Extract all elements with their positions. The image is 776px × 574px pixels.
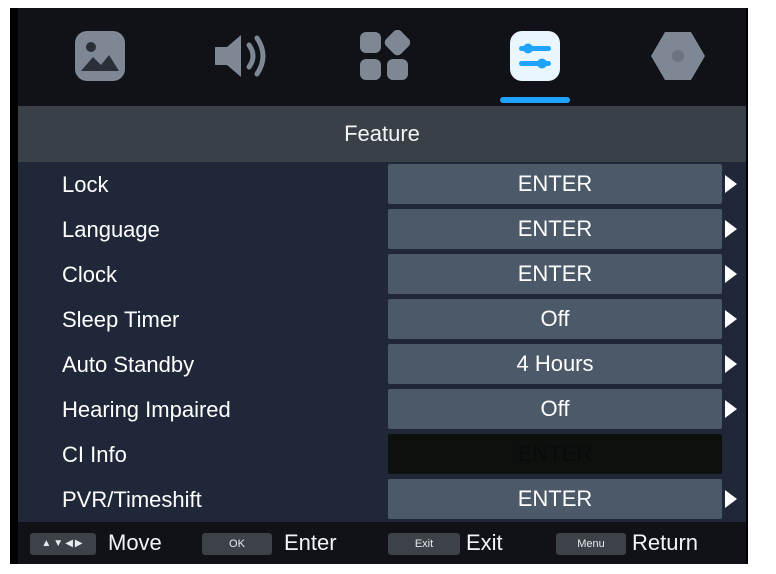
- row-label: PVR/Timeshift: [62, 487, 202, 512]
- arrow-right-icon: [725, 310, 737, 328]
- key-hint-bar: ▲▼◀▶ Move OK Enter Exit Exit Menu Return: [18, 522, 746, 564]
- navigation-arrows-key: ▲▼◀▶: [30, 533, 96, 555]
- menu-row-clock[interactable]: Clock ENTER: [18, 252, 746, 297]
- row-label: Lock: [62, 172, 109, 197]
- tab-feature[interactable]: [505, 26, 565, 86]
- picture-icon: [73, 29, 127, 83]
- sound-icon: [211, 29, 273, 83]
- exit-key: Exit: [388, 533, 460, 555]
- menu-row-ci-info: CI Info ENTER: [18, 432, 746, 477]
- menu-row-language[interactable]: Language ENTER: [18, 207, 746, 252]
- menu-row-lock[interactable]: Lock ENTER: [18, 162, 746, 207]
- return-hint-label: Return: [632, 530, 699, 555]
- exit-hint-label: Exit: [466, 530, 503, 555]
- feature-settings-list: Lock ENTER Language ENTER Clock ENTER Sl…: [18, 162, 746, 522]
- row-value-button[interactable]: ENTER: [388, 479, 722, 519]
- row-value-selector[interactable]: Off: [388, 389, 722, 429]
- page-title: Feature: [18, 106, 746, 162]
- arrow-right-icon: [725, 265, 737, 283]
- row-label: Auto Standby: [62, 352, 195, 377]
- tab-bar: [18, 8, 746, 106]
- menu-row-auto-standby[interactable]: Auto Standby 4 Hours: [18, 342, 746, 387]
- row-label: Sleep Timer: [62, 307, 180, 332]
- ok-key: OK: [202, 533, 272, 555]
- tab-sound[interactable]: [212, 26, 272, 86]
- arrow-right-icon: [725, 400, 737, 418]
- arrow-right-icon: [725, 175, 737, 193]
- move-hint-label: Move: [108, 530, 162, 555]
- row-label: Language: [62, 217, 160, 242]
- settings-hexagon-icon: [649, 29, 707, 83]
- menu-row-sleep-timer[interactable]: Sleep Timer Off: [18, 297, 746, 342]
- arrow-right-icon: [725, 490, 737, 508]
- row-value-button[interactable]: ENTER: [388, 254, 722, 294]
- active-tab-indicator: [500, 97, 570, 103]
- row-label: Hearing Impaired: [62, 397, 231, 422]
- row-value-selector[interactable]: 4 Hours: [388, 344, 722, 384]
- tv-menu-screen: Feature Lock ENTER Language ENTER Clock …: [10, 8, 748, 564]
- row-label: CI Info: [62, 442, 127, 467]
- menu-row-hearing-impaired[interactable]: Hearing Impaired Off: [18, 387, 746, 432]
- row-value-button[interactable]: ENTER: [388, 164, 722, 204]
- apps-icon: [358, 30, 410, 82]
- tab-apps[interactable]: [354, 26, 414, 86]
- menu-key: Menu: [556, 533, 626, 555]
- enter-hint-label: Enter: [284, 530, 337, 555]
- row-value-selector[interactable]: Off: [388, 299, 722, 339]
- row-value-button[interactable]: ENTER: [388, 209, 722, 249]
- tab-picture[interactable]: [70, 26, 130, 86]
- row-label: Clock: [62, 262, 118, 287]
- arrow-right-icon: [725, 220, 737, 238]
- tab-settings[interactable]: [648, 26, 708, 86]
- row-value-button-disabled: ENTER: [388, 434, 722, 474]
- menu-row-pvr-timeshift[interactable]: PVR/Timeshift ENTER: [18, 477, 746, 522]
- feature-sliders-icon: [508, 29, 562, 83]
- arrow-right-icon: [725, 355, 737, 373]
